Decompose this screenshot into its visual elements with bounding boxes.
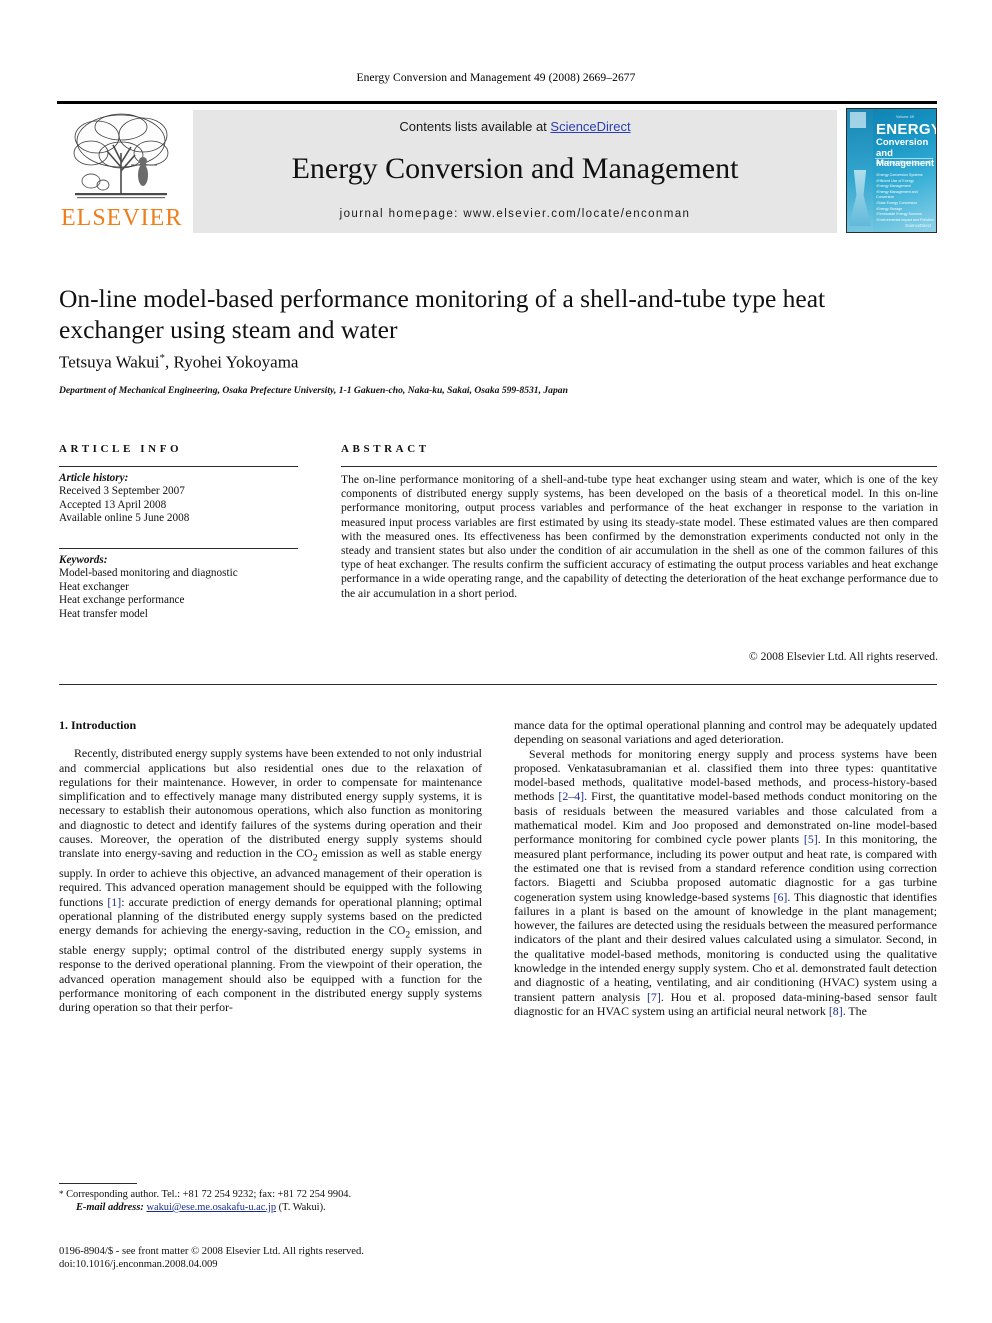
article-history-item: Accepted 13 April 2008	[59, 498, 167, 511]
cover-tagline: an international journal	[876, 160, 931, 166]
elsevier-wordmark: ELSEVIER	[61, 205, 183, 231]
body-separator-rule	[59, 684, 937, 685]
footnote-contact-text: Corresponding author. Tel.: +81 72 254 9…	[66, 1189, 352, 1200]
masthead-band: Contents lists available at ScienceDirec…	[193, 110, 837, 233]
article-info-heading: ARTICLE INFO	[59, 443, 183, 455]
journal-masthead: ELSEVIER Contents lists available at Sci…	[57, 101, 937, 233]
abstract-rule-top	[341, 466, 937, 467]
author-name-rest: , Ryohei Yokoyama	[165, 352, 299, 372]
doi-line[interactable]: doi:10.1016/j.enconman.2008.04.009	[59, 1259, 489, 1272]
keywords-block: Keywords: Model-based monitoring and dia…	[59, 554, 298, 621]
email-owner: (T. Wakui).	[278, 1202, 326, 1213]
cover-topic-list: Energy Conversion Systems Efficient Use …	[876, 173, 934, 223]
copyright-line: © 2008 Elsevier Ltd. All rights reserved…	[748, 650, 938, 663]
cover-footer-logo: ScienceDirect	[905, 223, 931, 228]
cover-divider	[875, 158, 933, 159]
abstract-heading: ABSTRACT	[341, 443, 430, 455]
survey-text-f: . The	[842, 1003, 867, 1018]
journal-homepage-line[interactable]: journal homepage: www.elsevier.com/locat…	[193, 208, 837, 220]
keyword-item: Heat transfer model	[59, 607, 148, 620]
reference-link-2-4[interactable]: [2–4]	[558, 789, 584, 803]
keyword-item: Heat exchanger	[59, 580, 129, 593]
body-column-right: mance data for the optimal operational p…	[514, 718, 937, 1018]
footnote-rule	[59, 1183, 137, 1184]
email-link[interactable]: wakui@ese.me.osakafu-u.ac.jp	[146, 1202, 276, 1213]
contents-prefix: Contents lists available at	[399, 119, 551, 134]
reference-link-8[interactable]: [8]	[829, 1004, 843, 1018]
keyword-item: Model-based monitoring and diagnostic	[59, 567, 238, 580]
intro-text-a: Recently, distributed energy supply syst…	[59, 746, 482, 861]
sciencedirect-link[interactable]: ScienceDirect	[550, 119, 630, 134]
page-title: On-line model-based performance monitori…	[59, 284, 826, 344]
body-column-left: 1. Introduction Recently, distributed en…	[59, 718, 482, 1014]
paragraph-intro-left: Recently, distributed energy supply syst…	[59, 746, 482, 1014]
masthead-top-rule	[57, 101, 937, 104]
reference-link-5[interactable]: [5]	[804, 832, 818, 846]
article-info-rule-mid	[59, 548, 298, 549]
author-list: Tetsuya Wakui*, Ryohei Yokoyama	[59, 352, 889, 373]
paragraph-methods-survey: Several methods for monitoring energy su…	[514, 747, 937, 1019]
article-history-block: Article history: Received 3 September 20…	[59, 472, 298, 526]
author-name: Tetsuya Wakui	[59, 352, 160, 372]
footnote-marker: *	[59, 1189, 64, 1199]
cover-volume-label: Volume 49	[896, 115, 914, 119]
abstract-text: The on-line performance monitoring of a …	[341, 473, 938, 600]
elsevier-tree-icon	[73, 113, 169, 199]
issn-copyright-line: 0196-8904/$ - see front matter © 2008 El…	[59, 1246, 364, 1257]
cover-elsevier-mark-icon	[850, 112, 866, 128]
keyword-item: Heat exchange performance	[59, 594, 185, 607]
survey-text-d: . This diagnostic that identifies failur…	[514, 889, 937, 1004]
paragraph-intro-right-cont: mance data for the optimal operational p…	[514, 718, 937, 747]
reference-link-1[interactable]: [1]	[107, 895, 121, 909]
article-info-rule-top	[59, 466, 298, 467]
contents-available-line: Contents lists available at ScienceDirec…	[193, 119, 837, 134]
cover-title-sub-line1: Conversion and	[876, 137, 929, 159]
journal-title: Energy Conversion and Management	[291, 152, 739, 185]
reference-link-7[interactable]: [7]	[647, 990, 661, 1004]
paper-page: Energy Conversion and Management 49 (200…	[0, 0, 992, 1323]
article-history-label: Article history:	[59, 472, 129, 484]
article-history-item: Received 3 September 2007	[59, 485, 185, 498]
footnote-line-1: * Corresponding author. Tel.: +81 72 254…	[59, 1188, 484, 1201]
footnote-block: * Corresponding author. Tel.: +81 72 254…	[59, 1188, 484, 1214]
reference-link-6[interactable]: [6]	[774, 890, 788, 904]
footnote-line-2: E-mail address: wakui@ese.me.osakafu-u.a…	[59, 1201, 484, 1214]
journal-cover-thumbnail[interactable]: Volume 49 ENERGY Conversion and Manageme…	[846, 108, 937, 233]
cover-topic-item: Energy Management and Conversion	[876, 190, 934, 201]
imprint-block: 0196-8904/$ - see front matter © 2008 El…	[59, 1246, 489, 1271]
article-history-item: Available online 5 June 2008	[59, 512, 190, 525]
keywords-label: Keywords:	[59, 554, 108, 566]
elsevier-logo: ELSEVIER	[61, 109, 183, 233]
cover-title-main: ENERGY	[876, 121, 937, 138]
affiliation: Department of Mechanical Engineering, Os…	[59, 385, 568, 396]
running-head: Energy Conversion and Management 49 (200…	[356, 72, 636, 84]
email-address-label: E-mail address:	[76, 1202, 144, 1213]
section-heading-introduction: 1. Introduction	[59, 718, 137, 732]
